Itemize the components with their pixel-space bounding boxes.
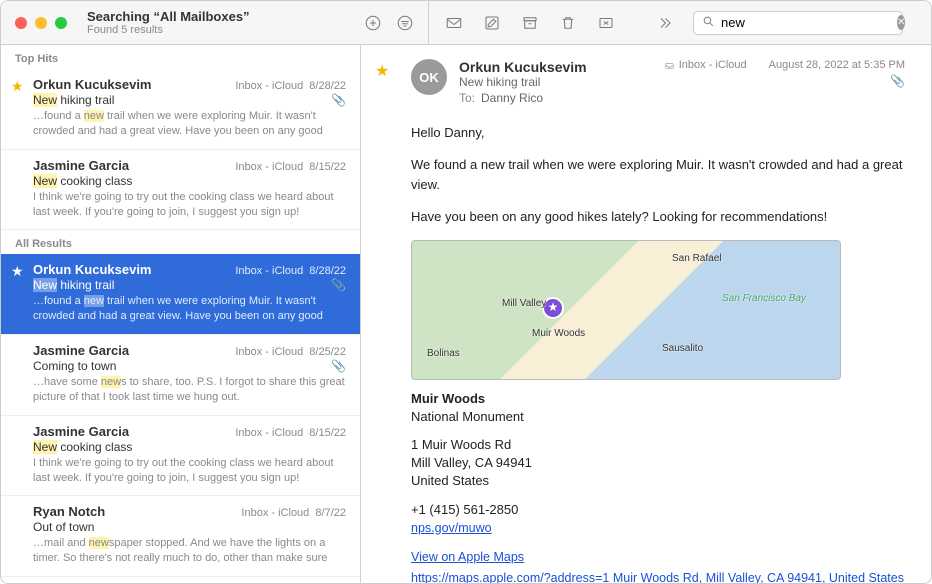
search-input[interactable] bbox=[721, 15, 897, 30]
message-subject: New hiking trail bbox=[33, 278, 114, 292]
message-preview: I think we're going to try out the cooki… bbox=[33, 456, 346, 486]
close-window-button[interactable] bbox=[15, 17, 27, 29]
message-item[interactable]: ★ Orkun Kucuksevim Inbox - iCloud 8/28/22 N… bbox=[1, 69, 360, 150]
message-subject: Coming to town bbox=[33, 359, 116, 373]
message-list[interactable]: Top Hits ★ Orkun Kucuksevim Inbox - iCloud… bbox=[1, 45, 361, 583]
message-reader: ★ OK Orkun Kucuksevim New hiking trail T… bbox=[361, 45, 931, 583]
window-controls bbox=[1, 17, 81, 29]
star-icon[interactable]: ★ bbox=[11, 263, 24, 280]
message-subject: New hiking trail bbox=[33, 93, 114, 107]
filter-icon[interactable] bbox=[396, 14, 414, 32]
reader-subject: New hiking trail bbox=[459, 75, 652, 89]
message-meta: Inbox - iCloud 8/15/22 bbox=[235, 161, 346, 173]
message-item[interactable]: ★ Orkun Kucuksevim Inbox - iCloud 8/28/22 N… bbox=[1, 254, 360, 335]
trash-icon[interactable] bbox=[559, 14, 577, 32]
message-preview: …mail and newspaper stopped. And we have… bbox=[33, 536, 346, 566]
attachment-icon: 📎 bbox=[331, 359, 346, 373]
message-sender: Orkun Kucuksevim bbox=[33, 77, 152, 92]
message-sender: Jasmine Garcia bbox=[33, 424, 129, 439]
message-meta: Inbox - iCloud 8/28/22 bbox=[235, 265, 346, 277]
star-icon[interactable]: ★ bbox=[375, 61, 389, 81]
mailbox-chip[interactable]: Inbox - iCloud bbox=[664, 59, 747, 71]
location-card: Muir Woods National Monument 1 Muir Wood… bbox=[411, 390, 905, 538]
window-title: Searching “All Mailboxes” bbox=[87, 9, 281, 24]
message-item[interactable]: Mayuri PatelInbox - iCloud 8/6/22 bbox=[1, 577, 360, 583]
minimize-window-button[interactable] bbox=[35, 17, 47, 29]
sender-avatar: OK bbox=[411, 59, 447, 95]
message-body: Hello Danny, We found a new trail when w… bbox=[411, 123, 905, 583]
message-meta: Inbox - iCloud 8/25/22 bbox=[235, 346, 346, 358]
window-subtitle: Found 5 results bbox=[87, 24, 281, 36]
message-sender: Orkun Kucuksevim bbox=[33, 262, 152, 277]
message-preview: …have some news to share, too. P.S. I fo… bbox=[33, 375, 346, 405]
mail-window: Searching “All Mailboxes” Found 5 result… bbox=[0, 0, 932, 584]
attachment-icon[interactable]: 📎 bbox=[890, 74, 905, 88]
clear-search-button[interactable]: ✕ bbox=[897, 15, 905, 30]
message-item[interactable]: Jasmine Garcia Inbox - iCloud 8/15/22 New … bbox=[1, 150, 360, 231]
star-icon[interactable]: ★ bbox=[11, 78, 24, 95]
section-top-hits: Top Hits bbox=[1, 45, 360, 69]
message-item[interactable]: Jasmine Garcia Inbox - iCloud 8/25/22 Comi… bbox=[1, 335, 360, 416]
location-website-link[interactable]: nps.gov/muwo bbox=[411, 521, 492, 535]
reader-sender: Orkun Kucuksevim bbox=[459, 59, 652, 75]
search-field[interactable]: ✕ bbox=[693, 11, 903, 35]
archive-icon[interactable] bbox=[521, 14, 539, 32]
map-attachment[interactable]: ★ San Rafael San Francisco Bay Mill Vall… bbox=[411, 240, 841, 380]
maps-url-link[interactable]: https://maps.apple.com/?address=1 Muir W… bbox=[411, 571, 904, 583]
message-item[interactable]: Ryan Notch Inbox - iCloud 8/7/22 Out of to… bbox=[1, 496, 360, 577]
message-meta: Inbox - iCloud 8/15/22 bbox=[235, 427, 346, 439]
message-preview: …found a new trail when we were explorin… bbox=[33, 109, 346, 139]
compose-icon[interactable] bbox=[483, 14, 501, 32]
message-subject: New cooking class bbox=[33, 440, 132, 454]
message-preview: …found a new trail when we were explorin… bbox=[33, 294, 346, 324]
view-maps-link[interactable]: View on Apple Maps bbox=[411, 550, 524, 564]
message-subject: Out of town bbox=[33, 520, 94, 534]
message-sender: Jasmine Garcia bbox=[33, 158, 129, 173]
message-item[interactable]: Jasmine Garcia Inbox - iCloud 8/15/22 New … bbox=[1, 416, 360, 497]
message-sender: Ryan Notch bbox=[33, 504, 105, 519]
attachment-icon: 📎 bbox=[331, 278, 346, 292]
attachment-icon: 📎 bbox=[331, 93, 346, 107]
reader-date: August 28, 2022 at 5:35 PM bbox=[769, 59, 905, 71]
new-mailbox-icon[interactable] bbox=[364, 14, 382, 32]
more-icon[interactable] bbox=[655, 14, 673, 32]
envelope-icon[interactable] bbox=[445, 14, 463, 32]
message-sender: Jasmine Garcia bbox=[33, 343, 129, 358]
search-icon bbox=[702, 15, 715, 31]
titlebar: Searching “All Mailboxes” Found 5 result… bbox=[1, 1, 931, 45]
junk-icon[interactable] bbox=[597, 14, 615, 32]
zoom-window-button[interactable] bbox=[55, 17, 67, 29]
message-meta: Inbox - iCloud 8/28/22 bbox=[235, 80, 346, 92]
reader-to: To:Danny Rico bbox=[459, 91, 652, 105]
message-meta: Inbox - iCloud 8/7/22 bbox=[241, 507, 346, 519]
section-all-results: All Results bbox=[1, 230, 360, 254]
message-subject: New cooking class bbox=[33, 174, 132, 188]
message-preview: I think we're going to try out the cooki… bbox=[33, 190, 346, 220]
